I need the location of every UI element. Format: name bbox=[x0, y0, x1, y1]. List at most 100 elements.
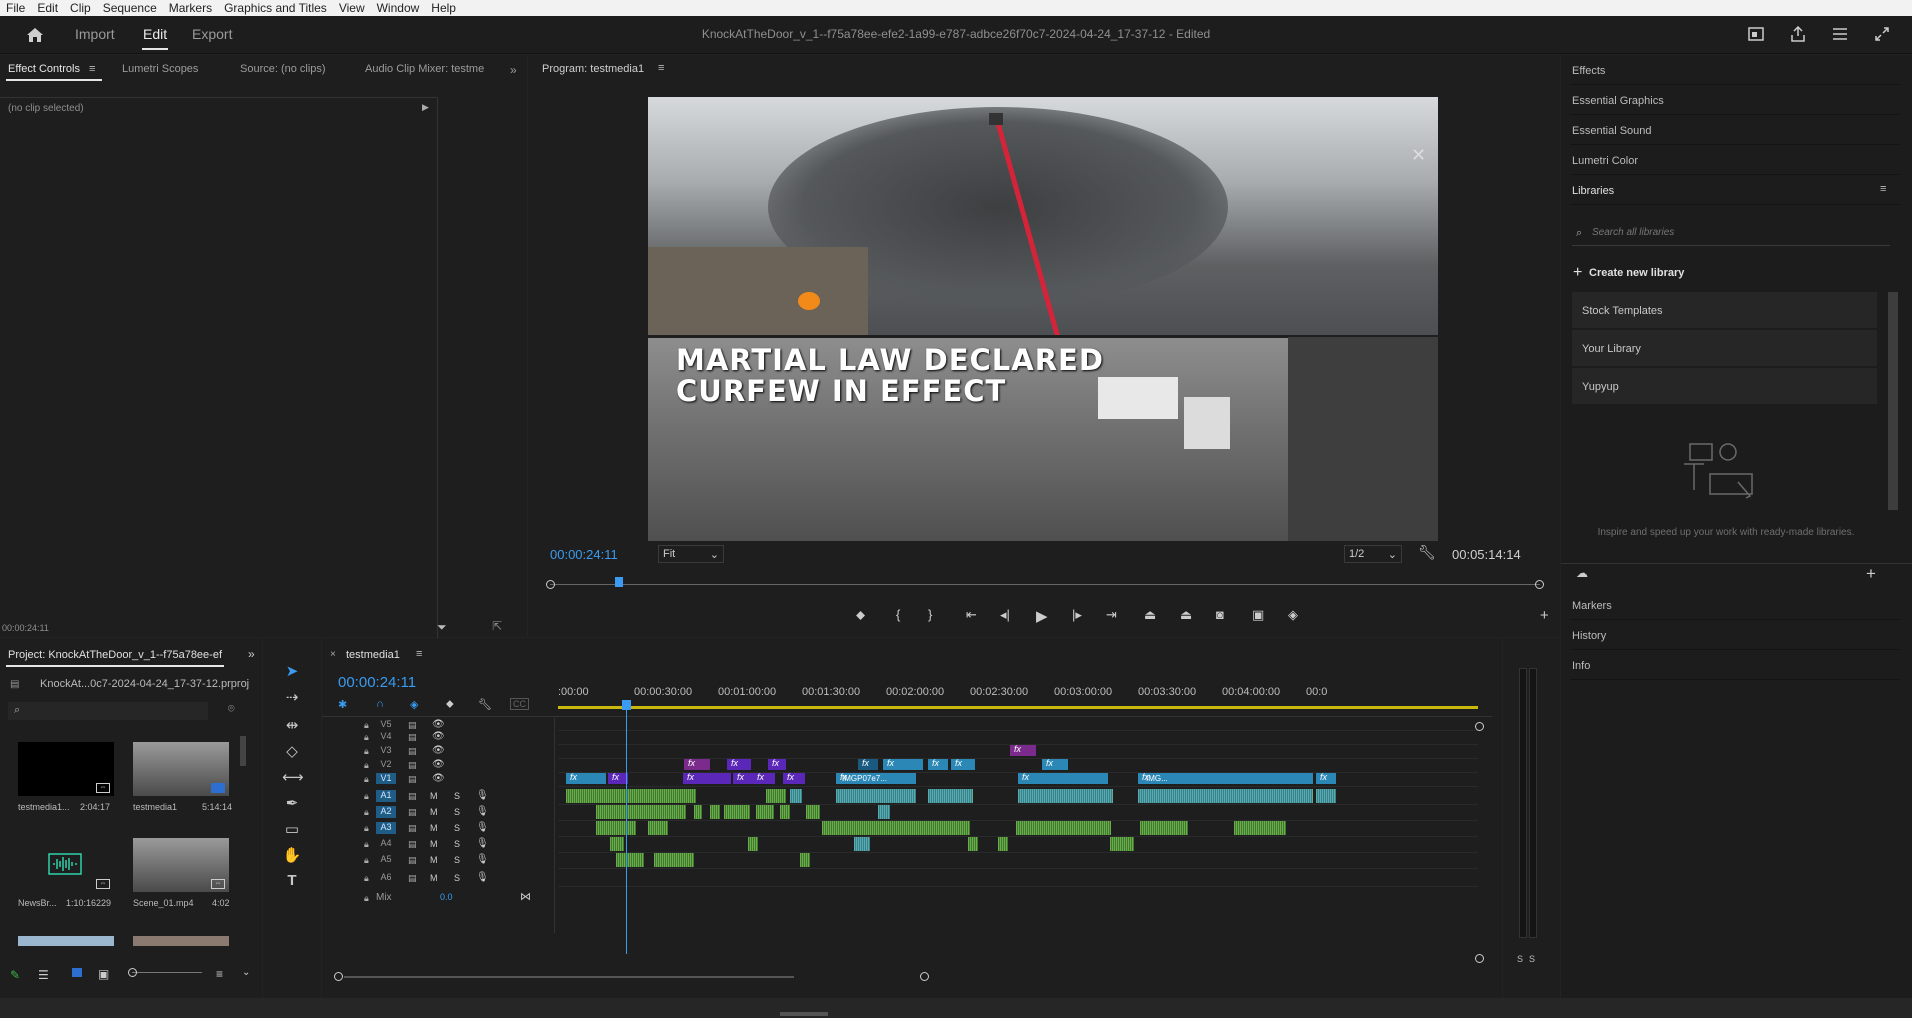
menu-help[interactable]: Help bbox=[425, 1, 462, 15]
compare-icon[interactable]: ▣ bbox=[1252, 607, 1264, 623]
eye-icon[interactable]: 👁︎ bbox=[432, 719, 445, 730]
tracks-area[interactable]: fx fx fx fx fx fx fx fx fx fx fx fx fx fx fx fx fx fx fx IM… bbox=[558, 718, 1478, 933]
toggle-sync-icon[interactable]: ▤ bbox=[408, 855, 417, 866]
rectangle-tool-icon[interactable]: ▭ bbox=[282, 820, 302, 838]
eye-icon[interactable]: 👁︎ bbox=[432, 773, 445, 784]
effect-controls-menu-icon[interactable]: ≡ bbox=[89, 63, 95, 75]
lock-icon[interactable]: 🔒︎ bbox=[364, 873, 369, 884]
quick-export-icon[interactable] bbox=[1748, 27, 1764, 41]
library-yupyup[interactable]: Yupyup bbox=[1572, 368, 1877, 404]
go-to-end-icon[interactable]: ⋈ bbox=[520, 890, 531, 903]
program-video-frame[interactable]: MARTIAL LAW DECLARED CURFEW IN EFFECT ✕ bbox=[648, 97, 1438, 541]
toggle-sync-icon[interactable]: ▤ bbox=[408, 720, 417, 731]
menu-window[interactable]: Window bbox=[371, 1, 426, 15]
work-area-bar[interactable] bbox=[558, 706, 1478, 709]
menu-markers[interactable]: Markers bbox=[163, 1, 218, 15]
lock-icon[interactable]: 🔒︎ bbox=[364, 774, 369, 785]
timeline-clip[interactable] bbox=[596, 821, 636, 835]
timeline-clip[interactable] bbox=[648, 821, 668, 835]
nest-icon[interactable]: ◈ bbox=[410, 698, 418, 711]
zoom-slider-handle[interactable] bbox=[128, 968, 137, 977]
timeline-clip[interactable] bbox=[596, 805, 686, 819]
timeline-clip[interactable] bbox=[710, 805, 720, 819]
vertical-zoom-handle[interactable] bbox=[1475, 722, 1484, 731]
bin-thumbnail[interactable] bbox=[133, 936, 229, 946]
panel-essential-graphics[interactable]: Essential Graphics bbox=[1570, 85, 1900, 115]
microphone-icon[interactable]: 🎙︎ bbox=[476, 872, 489, 883]
timeline-clip[interactable] bbox=[800, 853, 810, 867]
timeline-clip[interactable]: fx bbox=[1010, 744, 1036, 756]
add-marker-icon[interactable]: ⬥ bbox=[446, 698, 454, 711]
timeline-clip[interactable] bbox=[836, 789, 916, 803]
track-label-v5[interactable]: V5 bbox=[376, 719, 396, 730]
timeline-clip[interactable]: fx bbox=[783, 772, 805, 784]
timeline-playhead[interactable] bbox=[626, 704, 627, 954]
snap-icon[interactable]: ✱ bbox=[338, 698, 347, 711]
chevron-down-icon[interactable]: ⌄ bbox=[242, 967, 250, 978]
timeline-clip[interactable] bbox=[766, 789, 786, 803]
lock-icon[interactable]: 🔒︎ bbox=[364, 791, 369, 802]
timeline-clip[interactable] bbox=[822, 821, 970, 835]
workspaces-icon[interactable] bbox=[1832, 27, 1848, 41]
zoom-slider[interactable] bbox=[132, 972, 202, 973]
library-search-box[interactable]: ⌕ Search all libraries bbox=[1572, 218, 1890, 246]
camera-icon[interactable]: ◙ bbox=[1216, 607, 1224, 622]
library-your-library[interactable]: Your Library bbox=[1572, 330, 1877, 366]
track-select-tool-icon[interactable]: ⇢ bbox=[282, 688, 302, 706]
lock-icon[interactable]: 🔒︎ bbox=[364, 893, 369, 904]
track-label-a4[interactable]: A4 bbox=[376, 838, 396, 850]
vertical-zoom-handle[interactable] bbox=[1475, 954, 1484, 963]
extract-icon[interactable]: ⏏ bbox=[1180, 607, 1192, 623]
track-label-v3[interactable]: V3 bbox=[376, 745, 396, 756]
menu-edit[interactable]: Edit bbox=[31, 1, 64, 15]
export-frame-icon[interactable]: ⇱ bbox=[492, 619, 502, 633]
timeline-clip[interactable]: fx bbox=[608, 772, 628, 784]
pen-tool-icon[interactable]: ✒ bbox=[282, 794, 302, 812]
wrench-icon[interactable]: 🔧︎ bbox=[478, 698, 492, 711]
timeline-clip[interactable]: fx bbox=[951, 758, 975, 770]
program-playhead[interactable] bbox=[615, 577, 624, 587]
project-search-box[interactable]: ⌕ bbox=[8, 702, 208, 720]
microphone-icon[interactable]: 🎙︎ bbox=[476, 822, 489, 833]
program-timecode-current[interactable]: 00:00:24:11 bbox=[550, 547, 618, 562]
timeline-clip[interactable]: fx bbox=[768, 758, 786, 770]
filter-icon[interactable]: ⏷ bbox=[437, 620, 447, 635]
resolution-select[interactable]: 1/2 ⌄ bbox=[1344, 545, 1402, 563]
timeline-menu-icon[interactable]: ≡ bbox=[416, 648, 422, 660]
timeline-clip[interactable]: fx bbox=[733, 772, 753, 784]
panel-libraries[interactable]: Libraries bbox=[1570, 175, 1900, 205]
timeline-clip[interactable] bbox=[998, 837, 1008, 851]
menu-graphics[interactable]: Graphics and Titles bbox=[218, 1, 333, 15]
timeline-tab[interactable]: testmedia1 bbox=[346, 649, 400, 661]
icon-view-icon[interactable] bbox=[72, 968, 82, 977]
add-button-icon[interactable]: + bbox=[1540, 607, 1549, 624]
timeline-clip[interactable] bbox=[968, 837, 978, 851]
tab-lumetri-scopes[interactable]: Lumetri Scopes bbox=[122, 63, 198, 75]
timeline-clip[interactable] bbox=[1138, 789, 1313, 803]
solo-button[interactable]: S bbox=[454, 807, 460, 817]
library-stock-templates[interactable]: Stock Templates bbox=[1572, 292, 1877, 328]
microphone-icon[interactable]: 🎙︎ bbox=[476, 854, 489, 865]
timeline-clip[interactable] bbox=[1016, 821, 1111, 835]
lock-icon[interactable]: 🔒︎ bbox=[364, 807, 369, 818]
mute-button[interactable]: M bbox=[430, 807, 438, 817]
menu-view[interactable]: View bbox=[333, 1, 371, 15]
ripple-edit-tool-icon[interactable]: ⇹ bbox=[282, 716, 302, 734]
expand-arrow-icon[interactable]: ▶ bbox=[422, 102, 429, 113]
close-tab-icon[interactable]: × bbox=[330, 649, 336, 660]
panel-resize-grip[interactable] bbox=[780, 1012, 828, 1016]
create-library-button[interactable]: Create new library bbox=[1589, 267, 1684, 279]
meter-solo-left[interactable]: S bbox=[1517, 954, 1523, 964]
sort-icon[interactable]: ≡ bbox=[216, 967, 223, 981]
toggle-sync-icon[interactable]: ▤ bbox=[408, 791, 417, 802]
mute-button[interactable]: M bbox=[430, 839, 438, 849]
lock-icon[interactable]: 🔒︎ bbox=[364, 732, 369, 743]
toggle-sync-icon[interactable]: ▤ bbox=[408, 746, 417, 757]
program-tab[interactable]: Program: testmedia1 bbox=[542, 63, 644, 75]
timeline-clip[interactable] bbox=[694, 805, 702, 819]
timeline-clip[interactable] bbox=[756, 805, 774, 819]
timeline-clip[interactable] bbox=[928, 789, 973, 803]
toggle-sync-icon[interactable]: ▤ bbox=[408, 823, 417, 834]
add-marker-icon[interactable]: ⬥ bbox=[856, 607, 865, 623]
timeline-clip[interactable]: fx bbox=[753, 772, 775, 784]
